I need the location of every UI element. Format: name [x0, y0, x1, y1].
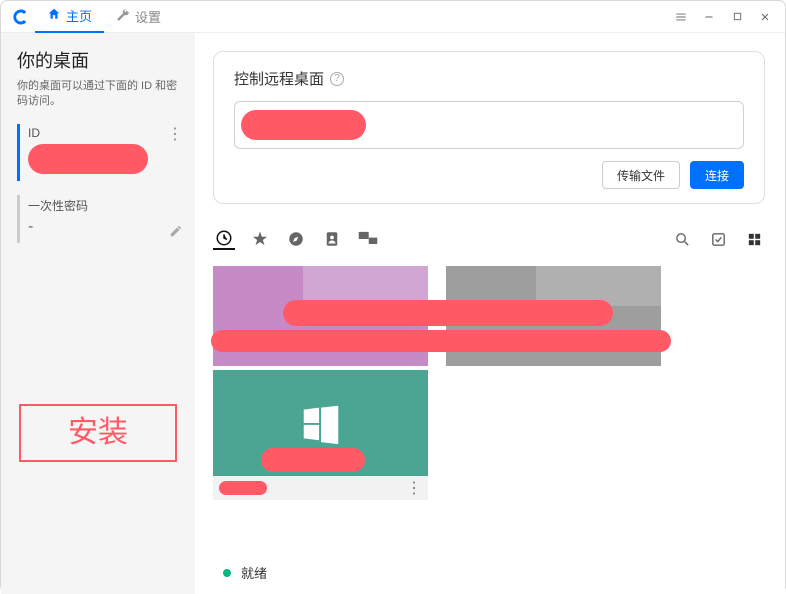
- recent-icon[interactable]: [213, 228, 235, 250]
- grid-view-icon[interactable]: [743, 228, 765, 250]
- favorite-icon[interactable]: [249, 228, 271, 250]
- status-text: 就绪: [241, 563, 267, 582]
- tab-home[interactable]: 主页: [35, 1, 104, 33]
- sidebar-id-block: ID ⋮: [17, 124, 183, 181]
- tab-settings-label: 设置: [135, 7, 161, 26]
- search-icon[interactable]: [671, 228, 693, 250]
- tab-settings[interactable]: 设置: [104, 1, 173, 33]
- pw-value: -: [28, 218, 183, 236]
- minimize-button[interactable]: [695, 3, 723, 31]
- remote-card: 控制远程桌面 ? 传输文件 连接: [213, 51, 765, 204]
- sidebar-title: 你的桌面: [17, 47, 183, 73]
- app-logo-icon: [11, 7, 31, 27]
- thumb3-more-icon[interactable]: ⋮: [406, 478, 422, 498]
- remote-id-redacted: [241, 110, 366, 140]
- windows-logo-icon: [298, 400, 344, 446]
- transfer-file-button[interactable]: 传输文件: [602, 161, 680, 189]
- thumb3-redaction: [261, 448, 365, 472]
- address-book-icon[interactable]: [321, 228, 343, 250]
- menu-icon[interactable]: [667, 3, 695, 31]
- id-redacted: [28, 144, 148, 174]
- home-icon: [47, 7, 61, 24]
- close-button[interactable]: [751, 3, 779, 31]
- sidebar-desc: 你的桌面可以通过下面的 ID 和密码访问。: [17, 79, 183, 110]
- help-icon[interactable]: ?: [330, 72, 344, 86]
- thumb-redaction-1: [283, 300, 613, 326]
- tab-home-label: 主页: [66, 6, 92, 25]
- thumb3-name-redacted: [219, 481, 267, 495]
- thumb-redaction-2: [211, 330, 671, 352]
- select-icon[interactable]: [707, 228, 729, 250]
- pw-label: 一次性密码: [28, 197, 183, 214]
- pw-edit-icon[interactable]: [169, 224, 183, 243]
- session-thumb-3[interactable]: ⋮: [213, 370, 428, 500]
- session-toolbar: [213, 228, 765, 250]
- lan-icon[interactable]: [357, 228, 379, 250]
- install-button[interactable]: 安装: [19, 404, 177, 462]
- maximize-button[interactable]: [723, 3, 751, 31]
- remote-title: 控制远程桌面 ?: [234, 68, 744, 89]
- remote-id-input[interactable]: [234, 101, 744, 149]
- status-dot-icon: [223, 569, 231, 577]
- content: 控制远程桌面 ? 传输文件 连接: [195, 33, 785, 594]
- sidebar: 你的桌面 你的桌面可以通过下面的 ID 和密码访问。 ID ⋮ 一次性密码 - …: [1, 33, 195, 594]
- sidebar-pw-block: 一次性密码 -: [17, 195, 183, 243]
- discover-icon[interactable]: [285, 228, 307, 250]
- id-label: ID: [28, 126, 183, 140]
- status-row: 就绪: [223, 563, 267, 582]
- connect-button[interactable]: 连接: [690, 161, 744, 189]
- id-more-icon[interactable]: ⋮: [167, 124, 183, 144]
- wrench-icon: [116, 8, 130, 25]
